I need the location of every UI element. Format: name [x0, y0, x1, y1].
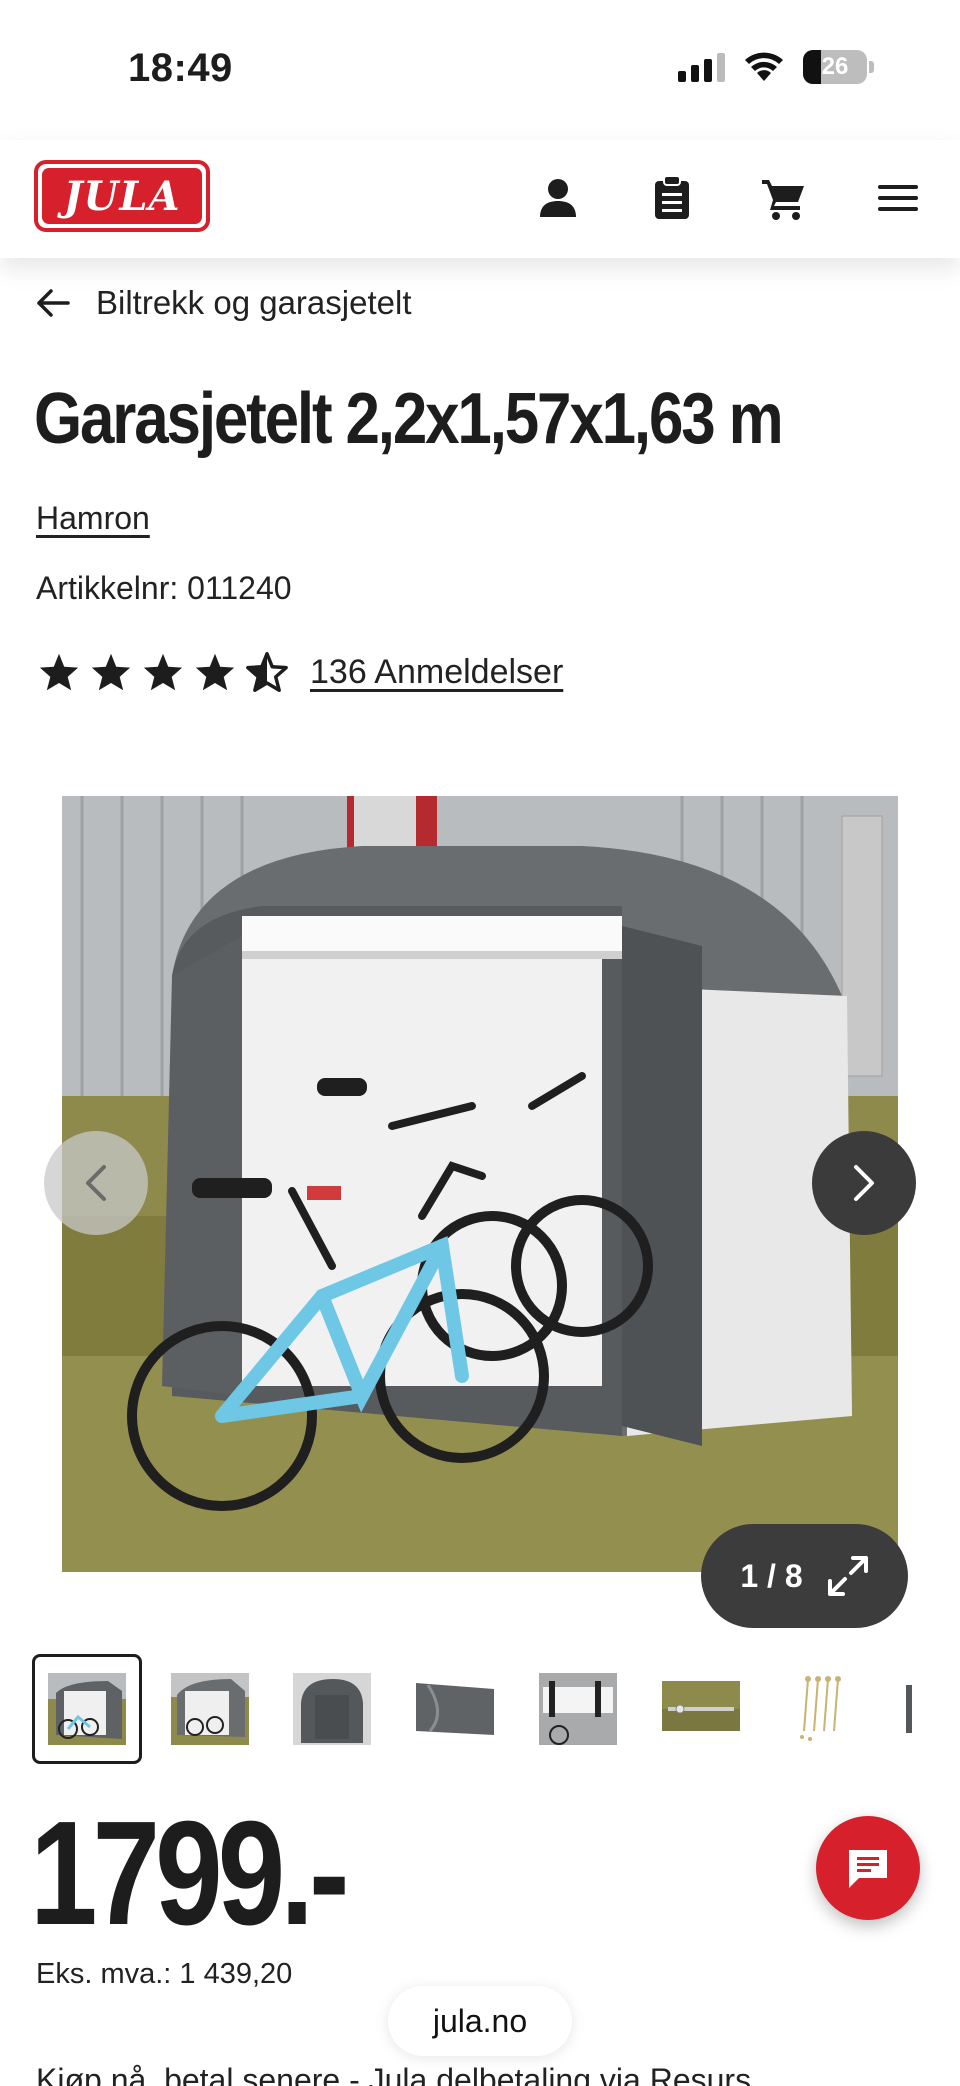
status-time: 18:49 [128, 46, 233, 90]
product-title: Garasjetelt 2,2x1,57x1,63 m [34, 379, 784, 459]
star-half-icon [246, 652, 288, 692]
thumbnail[interactable] [646, 1654, 756, 1764]
site-header: JULA [0, 140, 960, 258]
jula-logo[interactable]: JULA [34, 160, 210, 232]
back-arrow-icon[interactable] [36, 288, 70, 318]
browser-url-bar[interactable]: jula.no [388, 1986, 572, 2056]
rating-stars [38, 652, 288, 692]
thumbnail[interactable] [768, 1654, 878, 1764]
brand-link[interactable]: Hamron [36, 500, 150, 537]
star-full-icon [195, 653, 235, 691]
promo-text: Kjøp nå, betal senere - Jula delbetaling… [36, 2062, 752, 2086]
thumbnail[interactable] [277, 1654, 387, 1764]
gallery-counter-fullscreen-button[interactable]: 1 / 8 [701, 1524, 908, 1628]
menu-icon[interactable] [870, 170, 926, 226]
star-full-icon [39, 653, 79, 691]
price-ex-vat: Eks. mva.: 1 439,20 [36, 1958, 293, 1990]
wifi-icon [745, 52, 783, 81]
battery-level: 26 [821, 53, 849, 80]
thumbnail[interactable] [890, 1654, 932, 1764]
breadcrumb-label[interactable]: Biltrekk og garasjetelt [96, 284, 411, 322]
thumbnail-strip [32, 1654, 932, 1764]
star-full-icon [91, 653, 131, 691]
product-rating[interactable]: 136 Anmeldelser [38, 652, 563, 692]
gallery-prev-button[interactable] [44, 1131, 148, 1235]
gallery-next-button[interactable] [812, 1131, 916, 1235]
account-icon[interactable] [530, 170, 586, 226]
chat-button[interactable] [816, 1816, 920, 1920]
battery-icon: 26 [803, 50, 867, 84]
breadcrumb[interactable]: Biltrekk og garasjetelt [36, 284, 411, 322]
status-icons: 26 [678, 50, 874, 84]
logo-text: JULA [63, 172, 181, 220]
cellular-signal-icon [678, 52, 725, 82]
reviews-link[interactable]: 136 Anmeldelser [310, 653, 563, 692]
thumbnail[interactable] [32, 1654, 142, 1764]
star-full-icon [143, 653, 183, 691]
product-price: 1799.- [30, 1791, 350, 1956]
chat-icon [849, 1850, 887, 1888]
thumbnail[interactable] [400, 1654, 510, 1764]
chevron-left-icon [86, 1165, 106, 1201]
chevron-right-icon [854, 1165, 874, 1201]
thumbnail[interactable] [523, 1654, 633, 1764]
product-image[interactable] [62, 796, 898, 1572]
expand-icon [827, 1556, 868, 1596]
article-number: Artikkelnr: 011240 [36, 570, 292, 606]
cart-icon[interactable] [756, 170, 812, 226]
shopping-list-icon[interactable] [644, 170, 700, 226]
thumbnail[interactable] [155, 1654, 265, 1764]
gallery-counter: 1 / 8 [740, 1557, 803, 1594]
status-bar: 18:49 26 [0, 0, 960, 140]
browser-url: jula.no [432, 2002, 528, 2039]
